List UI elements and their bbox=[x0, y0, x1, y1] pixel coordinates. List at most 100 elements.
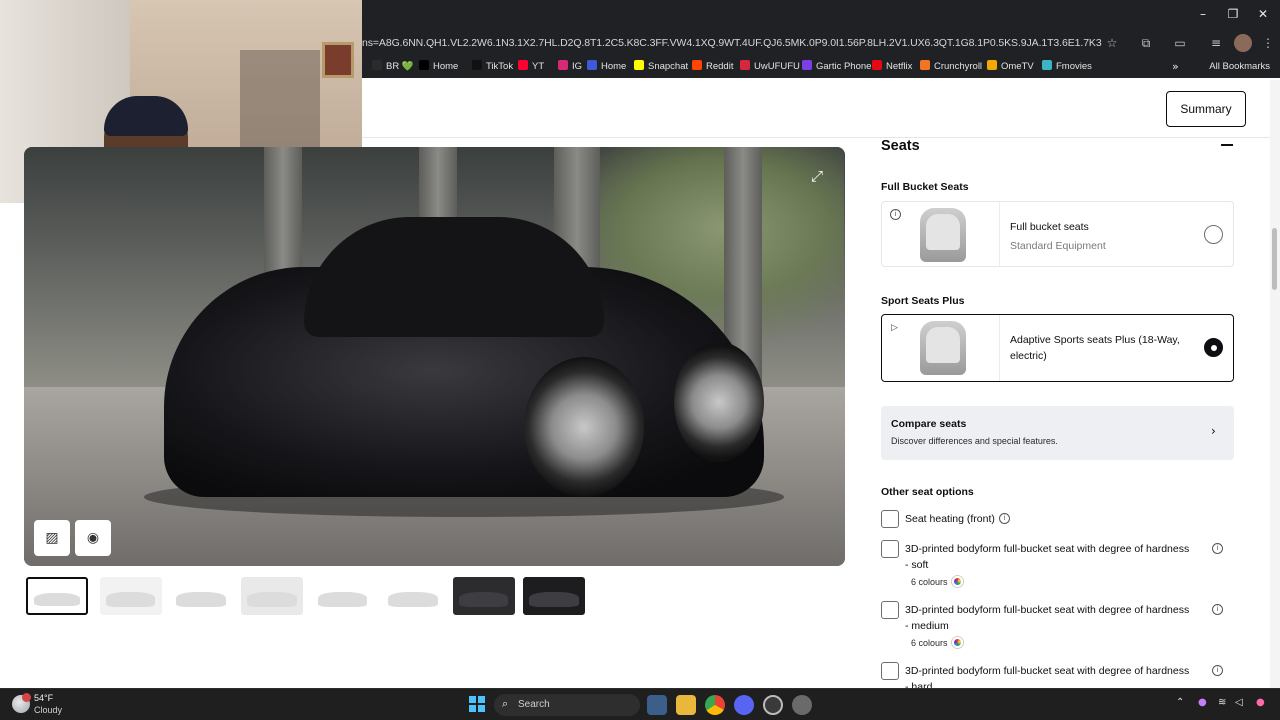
checkbox-label: 3D-printed bodyform full-bucket seat wit… bbox=[905, 543, 1190, 571]
close-window-button[interactable]: ✕ bbox=[1248, 4, 1278, 24]
collapse-icon[interactable] bbox=[1221, 144, 1233, 146]
bookmark-item[interactable]: BR 💚 bbox=[372, 58, 414, 76]
gallery-thumbnail[interactable] bbox=[240, 577, 303, 615]
notification-bell-icon[interactable]: ● bbox=[1256, 697, 1265, 708]
option-card-full-bucket[interactable]: i Full bucket seats Standard Equipment bbox=[881, 201, 1234, 267]
bookmarks-overflow-icon[interactable]: » bbox=[1172, 58, 1179, 76]
bookmark-star-icon[interactable]: ☆ bbox=[1102, 33, 1122, 53]
bookmark-label: BR 💚 bbox=[386, 61, 414, 72]
extensions-icon[interactable]: ⧉ bbox=[1136, 33, 1156, 53]
gallery-thumbnail[interactable] bbox=[170, 577, 233, 615]
maximize-button[interactable]: ❐ bbox=[1218, 4, 1248, 24]
bookmark-item[interactable]: Fmovies bbox=[1042, 58, 1092, 76]
app-icon-calculator[interactable] bbox=[647, 695, 667, 715]
bookmark-item[interactable]: Gartic Phone bbox=[802, 58, 871, 76]
bookmark-favicon-icon bbox=[472, 60, 482, 70]
tray-overflow-icon[interactable]: ⌃ bbox=[1176, 697, 1184, 708]
scrollbar-thumb[interactable] bbox=[1272, 228, 1277, 290]
radio-sport-plus[interactable] bbox=[1204, 338, 1223, 357]
settings-gear-icon[interactable] bbox=[792, 695, 812, 715]
gallery-thumbnail[interactable] bbox=[382, 577, 444, 615]
bookmark-item[interactable]: YT bbox=[518, 58, 544, 76]
expand-icon[interactable]: ⤢ bbox=[798, 159, 836, 193]
exterior-view-icon[interactable]: ▨ bbox=[34, 520, 70, 556]
bookmark-item[interactable]: OmeTV bbox=[987, 58, 1034, 76]
summary-button[interactable]: Summary bbox=[1166, 91, 1246, 127]
bookmark-item[interactable]: TikTok bbox=[472, 58, 513, 76]
group-label-full-bucket: Full Bucket Seats bbox=[881, 181, 969, 193]
bookmark-label: Fmovies bbox=[1056, 61, 1092, 72]
colours-indicator[interactable]: 6 colours bbox=[911, 637, 963, 648]
chevron-right-icon: › bbox=[1211, 424, 1216, 438]
reading-list-icon[interactable]: ≡ bbox=[1206, 33, 1226, 53]
info-icon[interactable]: i bbox=[1212, 604, 1223, 615]
camera-view-icon[interactable]: ◉ bbox=[75, 520, 111, 556]
bookmark-item[interactable]: Reddit bbox=[692, 58, 733, 76]
option-title: Adaptive Sports seats Plus (18-Way, elec… bbox=[1010, 334, 1180, 362]
menu-kebab-icon[interactable]: ⋮ bbox=[1258, 33, 1278, 53]
info-icon[interactable]: i bbox=[1212, 543, 1223, 554]
checkbox[interactable] bbox=[881, 510, 899, 528]
gallery-thumbnail[interactable] bbox=[523, 577, 586, 615]
bookmark-favicon-icon bbox=[987, 60, 997, 70]
gallery-thumbnail[interactable] bbox=[452, 577, 515, 615]
all-bookmarks-button[interactable]: All Bookmarks bbox=[1209, 58, 1270, 76]
alert-badge-icon bbox=[22, 693, 31, 702]
info-icon[interactable]: i bbox=[999, 513, 1010, 524]
bookmark-label: Crunchyroll bbox=[934, 61, 983, 72]
gallery-thumbnail[interactable] bbox=[311, 577, 374, 615]
car-hero-image: ⤢ ▨ ◉ bbox=[24, 147, 845, 566]
checkbox[interactable] bbox=[881, 662, 899, 680]
group-label-other: Other seat options bbox=[881, 486, 974, 498]
start-menu-icon[interactable] bbox=[469, 696, 485, 712]
configurator-header: Summary bbox=[362, 80, 1280, 138]
group-label-sport-plus: Sport Seats Plus bbox=[881, 295, 965, 307]
bookmark-favicon-icon bbox=[587, 60, 597, 70]
bookmark-label: IG bbox=[572, 61, 583, 72]
section-title: Seats bbox=[881, 138, 920, 154]
cast-icon[interactable]: ▭ bbox=[1170, 33, 1190, 53]
play-icon[interactable]: ▷ bbox=[891, 323, 898, 333]
option-card-sport-plus[interactable]: ▷ Adaptive Sports seats Plus (18-Way, el… bbox=[881, 314, 1234, 382]
bookmark-item[interactable]: Netflix bbox=[872, 58, 912, 76]
page-scrollbar[interactable] bbox=[1270, 80, 1280, 688]
wifi-icon[interactable]: ≋ bbox=[1218, 697, 1226, 708]
search-icon: ⌕ bbox=[502, 697, 509, 710]
profile-avatar[interactable] bbox=[1234, 34, 1252, 52]
app-icon-steam[interactable] bbox=[763, 695, 783, 715]
file-explorer-icon[interactable] bbox=[676, 695, 696, 715]
title-bar: – ❐ ✕ bbox=[362, 0, 1280, 28]
bookmark-item[interactable]: Home bbox=[587, 58, 626, 76]
weather-temperature: 54°F bbox=[34, 693, 54, 703]
bookmark-item[interactable]: Snapchat bbox=[634, 58, 688, 76]
info-icon[interactable]: i bbox=[890, 209, 901, 220]
colours-indicator[interactable]: 6 colours bbox=[911, 576, 963, 587]
checkbox[interactable] bbox=[881, 540, 899, 558]
checkbox-label: 3D-printed bodyform full-bucket seat wit… bbox=[905, 665, 1190, 688]
bookmark-favicon-icon bbox=[872, 60, 882, 70]
discord-icon[interactable] bbox=[734, 695, 754, 715]
bookmark-label: Snapchat bbox=[648, 61, 689, 72]
volume-icon[interactable]: ◁ bbox=[1235, 697, 1243, 708]
checkbox-label: 3D-printed bodyform full-bucket seat wit… bbox=[905, 604, 1190, 632]
address-bar[interactable]: ns=A8G.6NN.QH1.VL2.2W6.1N3.1X2.7HL.D2Q.8… bbox=[362, 32, 1102, 54]
bookmark-item[interactable]: Home bbox=[419, 58, 458, 76]
address-row: ns=A8G.6NN.QH1.VL2.2W6.1N3.1X2.7HL.D2Q.8… bbox=[362, 30, 1280, 56]
microphone-icon[interactable]: ● bbox=[1198, 697, 1207, 708]
minimize-button[interactable]: – bbox=[1188, 4, 1218, 24]
radio-full-bucket[interactable] bbox=[1204, 225, 1223, 244]
option-title: Full bucket seats bbox=[1010, 221, 1089, 233]
checkbox-label: Seat heating (front) bbox=[905, 513, 995, 525]
bookmark-item[interactable]: IG bbox=[558, 58, 582, 76]
taskbar-search[interactable]: ⌕ Search bbox=[494, 694, 640, 716]
gallery-thumbnail[interactable] bbox=[99, 577, 162, 615]
compare-description: Discover differences and special feature… bbox=[891, 436, 1058, 446]
bookmark-item[interactable]: UwUFUFU bbox=[740, 58, 800, 76]
chrome-icon[interactable] bbox=[705, 695, 725, 715]
gallery-thumbnail[interactable] bbox=[26, 577, 88, 615]
checkbox[interactable] bbox=[881, 601, 899, 619]
bookmark-item[interactable]: Crunchyroll bbox=[920, 58, 982, 76]
seat-image-cell: ▷ bbox=[882, 315, 1000, 381]
info-icon[interactable]: i bbox=[1212, 665, 1223, 676]
compare-seats-card[interactable]: Compare seats Discover differences and s… bbox=[881, 406, 1234, 460]
